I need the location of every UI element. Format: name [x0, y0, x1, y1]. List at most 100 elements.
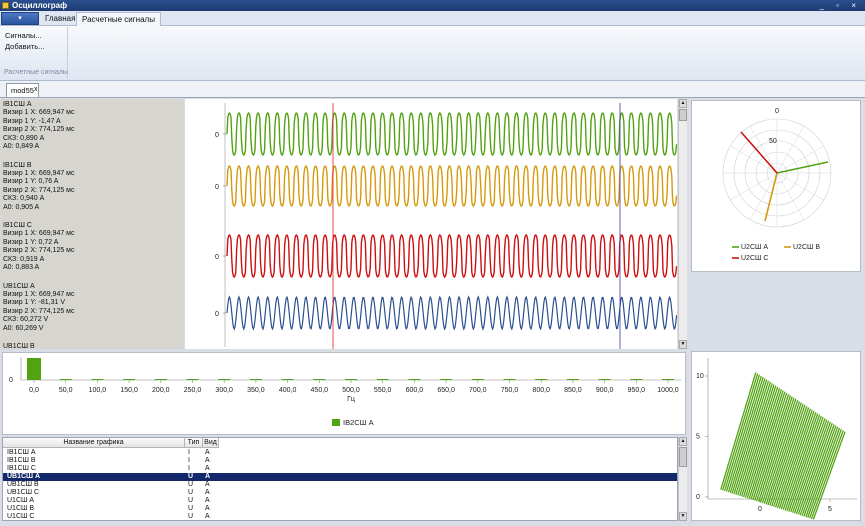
trace-zero-label: 0: [215, 132, 219, 139]
spectrum-tick-label: 800,0: [532, 387, 550, 394]
signals-table: Название графика Тип Вид IB1СШ A I A IB1СШ …: [2, 437, 678, 521]
scroll-up-arrow-icon[interactable]: ▲: [679, 99, 687, 108]
table-row[interactable]: UB1СШ A U A: [3, 473, 677, 481]
cell-kind: A: [205, 465, 210, 472]
col-header-name[interactable]: Название графика: [3, 438, 185, 448]
polar-legend-label: U2СШ B: [793, 244, 820, 251]
signal-info-name: IB1СШ B: [3, 161, 32, 169]
table-row[interactable]: IB1СШ C I A: [3, 465, 677, 473]
polar-spoke: [749, 172, 778, 220]
signals-button[interactable]: Сигналы...: [5, 31, 42, 40]
signal-info-line: Визир 2 X: 774,125 мс: [3, 126, 75, 134]
spectrum-bar: [281, 379, 294, 380]
table-row[interactable]: IB1СШ B I A: [3, 457, 677, 465]
col-header-kind[interactable]: Вид: [203, 438, 219, 448]
signal-info-line: СКЗ: 0,919 A: [3, 255, 45, 263]
cell-type: I: [188, 465, 190, 472]
scroll-up-arrow-icon[interactable]: ▲: [679, 437, 687, 446]
polar-spoke: [749, 126, 778, 174]
signal-info-line: Визир 1 Y: 0,76 A: [3, 178, 59, 186]
vector-diagram-panel[interactable]: 0 50 U2СШ A U2СШ B U2СШ C: [691, 100, 861, 272]
oscillogram-scrollbar[interactable]: ▲ ▼: [678, 99, 687, 349]
spectrum-tick-label: 700,0: [469, 387, 487, 394]
table-scrollbar[interactable]: ▲ ▼: [678, 437, 687, 521]
cell-kind: A: [205, 473, 211, 480]
xy-y-tick-label: 5: [696, 434, 700, 441]
trace-zero-label: 0: [215, 254, 219, 261]
ribbon-group-label: Расчетные сигналы: [4, 69, 68, 76]
table-row[interactable]: IB1СШ A I A: [3, 449, 677, 457]
table-row[interactable]: U1СШ C U A: [3, 513, 677, 520]
spectrum-bar: [440, 379, 453, 380]
polar-ring-label: 50: [769, 138, 777, 145]
spectrum-y-label: 0: [9, 377, 13, 384]
cell-type: U: [188, 481, 194, 488]
spectrum-chart[interactable]: 0 0,0 50,0 100,0 150,0 200,0 250,0 300,0 350,0 40…: [2, 352, 686, 435]
xy-plot-panel[interactable]: 10 5 0 0 5: [691, 351, 861, 521]
spectrum-tick-label: 450,0: [311, 387, 329, 394]
document-tab-label: mod55: [11, 86, 34, 95]
spectrum-bar: [376, 379, 389, 380]
trace-waveform: [226, 295, 678, 331]
signal-info-name: UB1СШ B: [3, 343, 35, 349]
phasor-vector: [764, 172, 778, 222]
scroll-thumb[interactable]: [679, 109, 687, 121]
spectrum-bar: [123, 379, 136, 380]
signal-info-line: Визир 2 X: 774,125 мс: [3, 186, 75, 194]
add-button[interactable]: Добавить...: [5, 42, 44, 51]
signal-info-panel: IB1СШ A Визир 1 X: 669,947 мс Визир 1 Y: -…: [0, 99, 184, 349]
signal-info-name: IB1СШ A: [3, 101, 32, 108]
table-row[interactable]: UB1СШ B U A: [3, 481, 677, 489]
col-header-type[interactable]: Тип: [185, 438, 203, 448]
app-menu-button[interactable]: ▾: [1, 12, 39, 25]
spectrum-tick-label: 900,0: [596, 387, 614, 394]
document-tab-bar: [0, 81, 865, 98]
table-row[interactable]: U1СШ B U A: [3, 505, 677, 513]
spectrum-bar: [630, 379, 643, 380]
xy-trace: [720, 372, 846, 520]
cell-name: U1СШ A: [7, 497, 35, 504]
tab-main[interactable]: Главная: [40, 12, 80, 26]
polar-spoke: [776, 172, 824, 201]
trace-waveform: [226, 164, 678, 208]
xy-y-tick-label: 0: [696, 494, 700, 501]
cell-name: UB1СШ C: [7, 489, 40, 496]
trace-zero-label: 0: [215, 184, 219, 191]
table-row[interactable]: UB1СШ C U A: [3, 489, 677, 497]
table-row[interactable]: U1СШ A U A: [3, 497, 677, 505]
cell-name: IB1СШ B: [7, 457, 36, 464]
spectrum-bar: [471, 379, 484, 380]
window-controls[interactable]: _ ▫ ×: [820, 0, 861, 11]
cell-kind: A: [205, 505, 210, 512]
spectrum-tick-label: 0,0: [29, 387, 39, 394]
spectrum-bar: [598, 379, 611, 380]
signal-info-line: СКЗ: 60,272 V: [3, 316, 49, 324]
polar-spoke: [776, 145, 824, 174]
xy-x-tick-label: 0: [758, 506, 762, 513]
signal-info-line: Визир 1 X: 669,947 мс: [3, 230, 75, 238]
scroll-down-arrow-icon[interactable]: ▼: [679, 512, 687, 521]
polar-spoke: [776, 126, 805, 174]
polar-svg: 0 50 U2СШ A U2СШ B U2СШ C: [722, 108, 832, 262]
spectrum-tick-label: 1000,0: [657, 387, 679, 394]
scroll-thumb[interactable]: [679, 447, 687, 467]
tab-calculated-signals[interactable]: Расчетные сигналы: [76, 12, 161, 26]
oscillogram-chart[interactable]: 0 0 0 0: [185, 99, 678, 349]
signal-info-line: Визир 1 Y: -1,47 A: [3, 117, 61, 125]
cell-kind: A: [205, 513, 210, 520]
close-tab-icon[interactable]: x: [34, 86, 38, 94]
oscillogram-svg[interactable]: 0 0 0 0: [185, 99, 678, 349]
scroll-down-arrow-icon[interactable]: ▼: [679, 340, 687, 349]
spectrum-bar: [535, 379, 548, 380]
spectrum-bar: [186, 379, 199, 380]
cell-name: U1СШ C: [7, 513, 35, 520]
trace-zero-label: 0: [215, 311, 219, 318]
cell-name: IB1СШ A: [7, 449, 36, 456]
polar-spoke: [776, 172, 805, 220]
cell-kind: A: [205, 497, 210, 504]
signal-info-line: Визир 2 X: 774,125 мс: [3, 247, 75, 255]
signal-info-block: IB1СШ C Визир 1 X: 669,947 мс Визир 1 Y: 0…: [3, 222, 75, 272]
signal-info-line: A0: 0,905 A: [3, 203, 40, 211]
signal-info-name: UB1СШ A: [3, 282, 35, 290]
spectrum-bar: [154, 379, 167, 380]
